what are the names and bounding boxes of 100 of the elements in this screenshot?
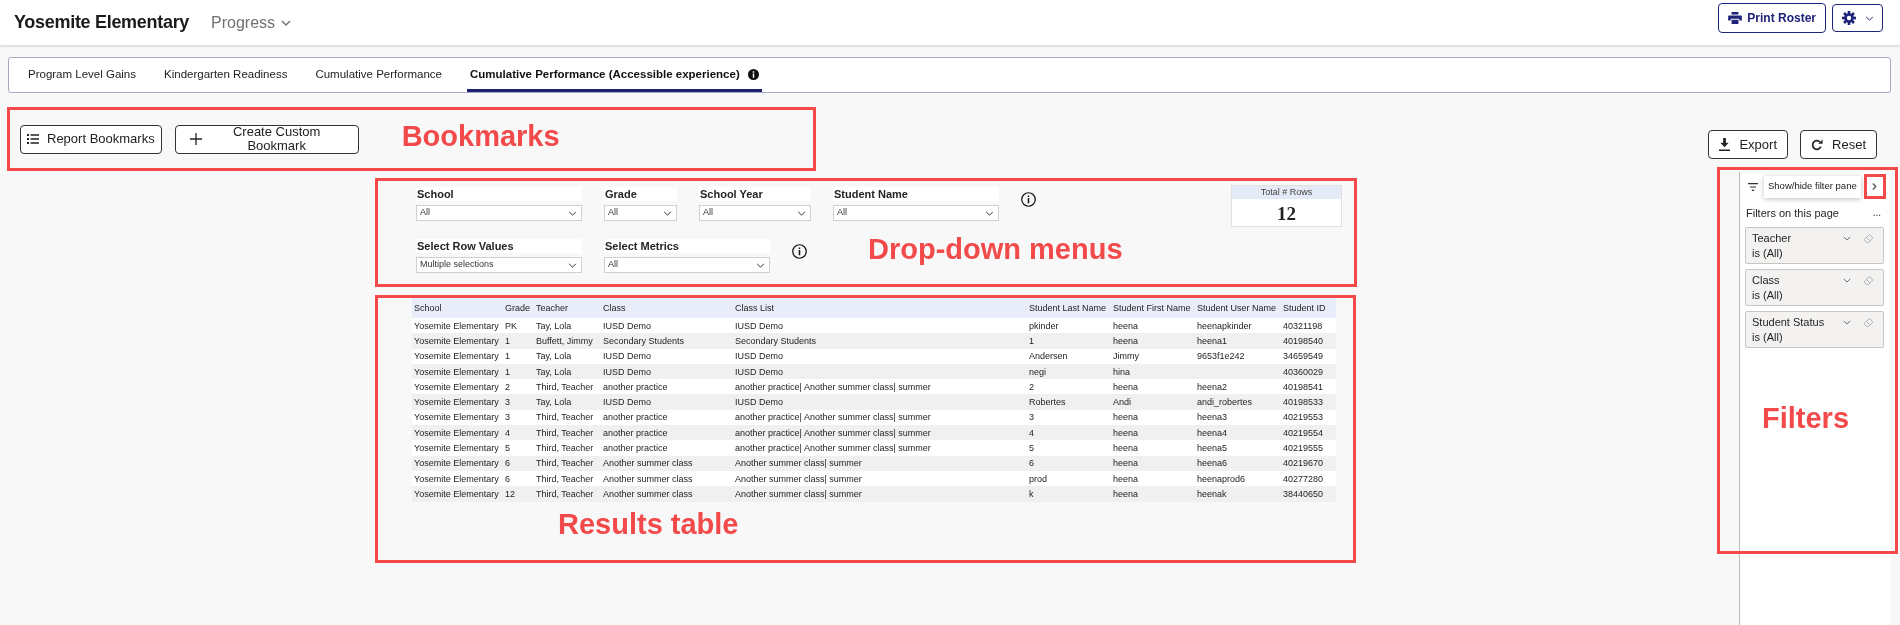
plus-icon [189, 133, 202, 145]
slicer-label: Grade [604, 187, 677, 201]
dropdown[interactable]: All [833, 205, 999, 221]
slicer-label: School Year [699, 187, 811, 201]
export-button[interactable]: Export [1708, 130, 1789, 159]
table-cell-text: Yosemite Elementary [413, 319, 500, 332]
filter-field: Class [1752, 272, 1780, 288]
create-bookmark-button[interactable]: Create Custom Bookmark [174, 124, 359, 154]
settings-menu-button[interactable] [1832, 4, 1883, 32]
table-cell-text: 40219670 [1282, 457, 1325, 470]
table-cell-text: 1 [1028, 334, 1035, 347]
table-cell-text: Yosemite Elementary [413, 472, 500, 485]
table-cell-text: heenaprod6 [1196, 472, 1247, 485]
table-cell-text: 40219555 [1282, 442, 1325, 454]
table-cell-text: Another summer class| summer [734, 472, 863, 485]
tooltip: Show/hide filter pane [1764, 175, 1861, 198]
reset-button[interactable]: Reset [1800, 130, 1877, 159]
table-cell-text: Third, Teacher [535, 442, 595, 454]
table-cell-text: 40198540 [1282, 334, 1325, 347]
chevron-down-icon [568, 262, 577, 268]
more-options-button[interactable]: ... [1872, 208, 1881, 219]
column-header[interactable]: School [412, 302, 503, 314]
table-cell-text: heena [1112, 487, 1140, 500]
annotation-label: Filters [1762, 402, 1850, 434]
table-cell-text: 1 [504, 350, 511, 363]
table-cell-text: Yosemite Elementary [413, 365, 500, 378]
filter-field: Student Status [1752, 314, 1825, 330]
filter-card[interactable]: Student Status is (All) [1745, 310, 1884, 348]
table-cell-text: Secondary Students [734, 334, 818, 347]
table-cell-text: another practice [602, 426, 669, 439]
column-header[interactable]: Student Last Name [1027, 302, 1111, 314]
chevron-down-icon [1864, 15, 1874, 21]
table-cell-text: 12 [504, 487, 516, 500]
table-cell-text: 40360029 [1282, 365, 1325, 378]
table-cell-text: 3 [1028, 411, 1035, 424]
filter-icon [1748, 182, 1758, 191]
download-icon [1719, 138, 1731, 151]
chevron-down-icon [663, 210, 672, 216]
app-title: Yosemite Elementary [14, 11, 190, 34]
filter-card[interactable]: Teacher is (All) [1745, 226, 1884, 264]
dropdown[interactable]: All [699, 205, 811, 221]
table-cell-text: heena4 [1196, 426, 1229, 439]
dropdown[interactable]: All [416, 205, 582, 221]
table-cell-text: prod [1028, 472, 1048, 485]
table-cell-text: 40219554 [1282, 426, 1325, 439]
annotation-label: Bookmarks [401, 119, 560, 153]
tab[interactable]: Cumulative Performance [312, 58, 445, 92]
table-cell-text: 9653f1e242 [1196, 350, 1246, 363]
table-cell-text: 6 [1028, 457, 1035, 470]
dropdown[interactable]: All [604, 205, 677, 221]
progress-menu[interactable]: Progress [211, 10, 292, 35]
column-header[interactable]: Grade [503, 302, 534, 314]
table-cell-text: 6 [504, 457, 511, 470]
table-cell-text: IUSD Demo [734, 365, 784, 378]
column-header[interactable]: Class [601, 302, 733, 314]
report-bookmarks-button[interactable]: Report Bookmarks [20, 124, 162, 154]
dropdown[interactable]: All [604, 257, 770, 273]
table-cell-text: IUSD Demo [602, 365, 652, 378]
table-cell-text: Yosemite Elementary [413, 380, 500, 393]
table-cell-text: another practice| Another summer class| summer [734, 380, 932, 393]
toggle-pane-button[interactable] [1863, 174, 1886, 199]
table-cell-text: k [1028, 487, 1035, 500]
tab[interactable]: Cumulative Performance (Accessible experience) [467, 58, 762, 92]
table-cell-text: 6 [504, 472, 511, 485]
table-cell-text: another practice| Another summer class| summer [734, 442, 932, 454]
print-roster-button[interactable]: Print Roster [1718, 3, 1826, 33]
table-cell-text: heena [1112, 457, 1140, 470]
column-header[interactable]: Student User Name [1195, 302, 1281, 314]
dropdown[interactable]: Multiple selections [416, 257, 582, 273]
list-icon [27, 134, 39, 144]
column-header[interactable]: Teacher [534, 302, 601, 314]
filter-card[interactable]: Class is (All) [1745, 268, 1884, 306]
table-cell-text: Tay, Lola [535, 350, 573, 363]
table-cell-text: Andi [1112, 396, 1132, 409]
table-cell-text: Third, Teacher [535, 426, 595, 439]
table-cell-text: andi_robertes [1196, 396, 1254, 409]
table-cell-text: Third, Teacher [535, 380, 595, 393]
table-cell-text: Buffett, Jimmy [535, 334, 594, 347]
tab[interactable]: Program Level Gains [25, 58, 140, 92]
table-cell-text: heena5 [1196, 442, 1229, 454]
column-header[interactable]: Student First Name [1111, 302, 1195, 314]
table-cell-text: Yosemite Elementary [413, 487, 500, 500]
table-cell-text: 1 [504, 334, 511, 347]
table-cell-text: PK [504, 319, 518, 332]
column-header[interactable]: Student ID [1281, 302, 1329, 314]
table-cell-text: Yosemite Elementary [413, 334, 500, 347]
column-header[interactable]: Class List [733, 302, 1027, 314]
table-cell-text: Tay, Lola [535, 319, 573, 332]
table-cell-text: 1 [504, 365, 511, 378]
table-cell-text: heena [1112, 380, 1140, 393]
table-cell-text: IUSD Demo [602, 319, 652, 332]
filter-condition: is (All) [1752, 287, 1783, 303]
chevron-down-icon [756, 262, 765, 268]
table-cell-text: heenapkinder [1196, 319, 1253, 332]
table-cell-text: Yosemite Elementary [413, 457, 500, 470]
table-cell-text: 40198533 [1282, 396, 1325, 409]
tab[interactable]: Kindergarten Readiness [161, 58, 291, 92]
table-cell-text: another practice [602, 411, 669, 424]
table-cell-text: Yosemite Elementary [413, 396, 500, 409]
filter-condition: is (All) [1752, 329, 1783, 345]
